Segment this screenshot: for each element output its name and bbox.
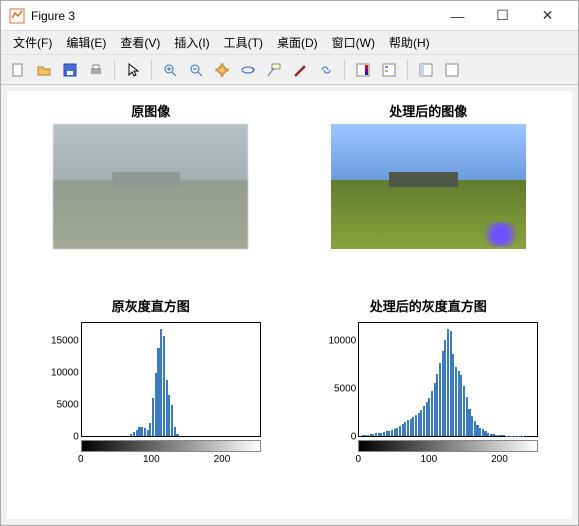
subplot-grid: 原图像 处理后的图像 原灰度直方图 xyxy=(7,91,572,519)
grayscale-colorbar xyxy=(358,440,538,452)
zoom-in-button[interactable] xyxy=(159,59,181,81)
minimize-button[interactable]: — xyxy=(435,2,480,30)
x-tick-label: 0 xyxy=(78,454,84,465)
toolbar xyxy=(1,55,578,85)
folder-open-icon xyxy=(36,62,52,78)
y-tick-label: 5000 xyxy=(57,400,79,411)
y-tick-label: 10000 xyxy=(328,336,356,347)
menubar: 文件(F) 编辑(E) 查看(V) 插入(I) 工具(T) 桌面(D) 窗口(W… xyxy=(1,31,578,55)
y-tick-label: 0 xyxy=(73,432,79,443)
colorbar-icon xyxy=(355,62,371,78)
processed-image[interactable] xyxy=(331,124,526,249)
insert-colorbar-button[interactable] xyxy=(352,59,374,81)
image-region-ground xyxy=(53,180,248,249)
toolbar-separator xyxy=(407,60,408,80)
legend-icon xyxy=(381,62,397,78)
layout-b-icon xyxy=(444,62,460,78)
save-button[interactable] xyxy=(59,59,81,81)
x-tick-label: 100 xyxy=(143,454,160,465)
rotate-button[interactable] xyxy=(237,59,259,81)
pan-icon xyxy=(214,62,230,78)
x-tick-label: 100 xyxy=(420,454,437,465)
save-icon xyxy=(62,62,78,78)
titlebar: Figure 3 — ☐ ✕ xyxy=(1,1,578,31)
menu-insert[interactable]: 插入(I) xyxy=(168,31,215,54)
print-button[interactable] xyxy=(85,59,107,81)
zoom-out-icon xyxy=(188,62,204,78)
image-region-buildings xyxy=(389,172,457,187)
brush-button[interactable] xyxy=(289,59,311,81)
toolbar-separator xyxy=(344,60,345,80)
menu-tools[interactable]: 工具(T) xyxy=(218,31,269,54)
menu-file[interactable]: 文件(F) xyxy=(7,31,58,54)
pointer-icon xyxy=(125,62,141,78)
menu-view[interactable]: 查看(V) xyxy=(114,31,166,54)
y-tick-label: 15000 xyxy=(51,336,79,347)
menu-help[interactable]: 帮助(H) xyxy=(383,31,436,54)
y-tick-label: 0 xyxy=(351,432,357,443)
rotate-3d-icon xyxy=(240,62,256,78)
data-cursor-button[interactable] xyxy=(263,59,285,81)
data-cursor-icon xyxy=(266,62,282,78)
histogram-bars xyxy=(359,323,537,436)
link-button[interactable] xyxy=(315,59,337,81)
axes xyxy=(81,322,261,437)
brush-icon xyxy=(292,62,308,78)
zoom-out-button[interactable] xyxy=(185,59,207,81)
zoom-in-icon xyxy=(162,62,178,78)
grayscale-colorbar xyxy=(81,440,261,452)
x-tick-label: 200 xyxy=(491,454,508,465)
print-icon xyxy=(88,62,104,78)
image-region-buildings xyxy=(112,172,180,187)
menu-edit[interactable]: 编辑(E) xyxy=(60,31,112,54)
histogram-plot[interactable]: 0 5000 10000 0 100 200 xyxy=(313,317,543,472)
close-button[interactable]: ✕ xyxy=(525,2,570,30)
figure-window: Figure 3 — ☐ ✕ 文件(F) 编辑(E) 查看(V) 插入(I) 工… xyxy=(0,0,579,526)
show-plot-tools-button[interactable] xyxy=(441,59,463,81)
histogram-bar xyxy=(176,434,178,436)
subplot-title: 处理后的灰度直方图 xyxy=(370,296,487,315)
y-tick-label: 10000 xyxy=(51,368,79,379)
subplot-title: 原灰度直方图 xyxy=(112,296,190,315)
new-figure-button[interactable] xyxy=(7,59,29,81)
window-title: Figure 3 xyxy=(31,9,435,23)
toolbar-separator xyxy=(114,60,115,80)
original-image[interactable] xyxy=(53,124,248,249)
subplot-original-image: 原图像 xyxy=(27,101,275,286)
y-tick-label: 5000 xyxy=(334,384,356,395)
maximize-button[interactable]: ☐ xyxy=(480,2,525,30)
histogram-plot[interactable]: 0 5000 10000 15000 0 100 200 xyxy=(36,317,266,472)
histogram-bars xyxy=(82,323,260,436)
link-icon xyxy=(318,62,334,78)
pan-button[interactable] xyxy=(211,59,233,81)
axes xyxy=(358,322,538,437)
subplot-original-histogram: 原灰度直方图 0 5000 10000 15000 0 100 200 xyxy=(27,296,275,509)
subplot-processed-image: 处理后的图像 xyxy=(305,101,553,286)
open-button[interactable] xyxy=(33,59,55,81)
x-tick-label: 0 xyxy=(355,454,361,465)
menu-window[interactable]: 窗口(W) xyxy=(326,31,381,54)
image-region-flowers xyxy=(479,222,522,247)
matlab-figure-icon xyxy=(9,8,25,24)
layout-a-icon xyxy=(418,62,434,78)
x-tick-label: 200 xyxy=(214,454,231,465)
menu-desktop[interactable]: 桌面(D) xyxy=(271,31,324,54)
insert-legend-button[interactable] xyxy=(378,59,400,81)
new-icon xyxy=(10,62,26,78)
toolbar-separator xyxy=(151,60,152,80)
figure-canvas: 原图像 处理后的图像 原灰度直方图 xyxy=(7,91,572,519)
subplot-title: 原图像 xyxy=(131,101,170,120)
subplot-title: 处理后的图像 xyxy=(389,101,467,120)
edit-plot-button[interactable] xyxy=(122,59,144,81)
subplot-processed-histogram: 处理后的灰度直方图 0 5000 10000 0 100 200 xyxy=(305,296,553,509)
hide-plot-tools-button[interactable] xyxy=(415,59,437,81)
